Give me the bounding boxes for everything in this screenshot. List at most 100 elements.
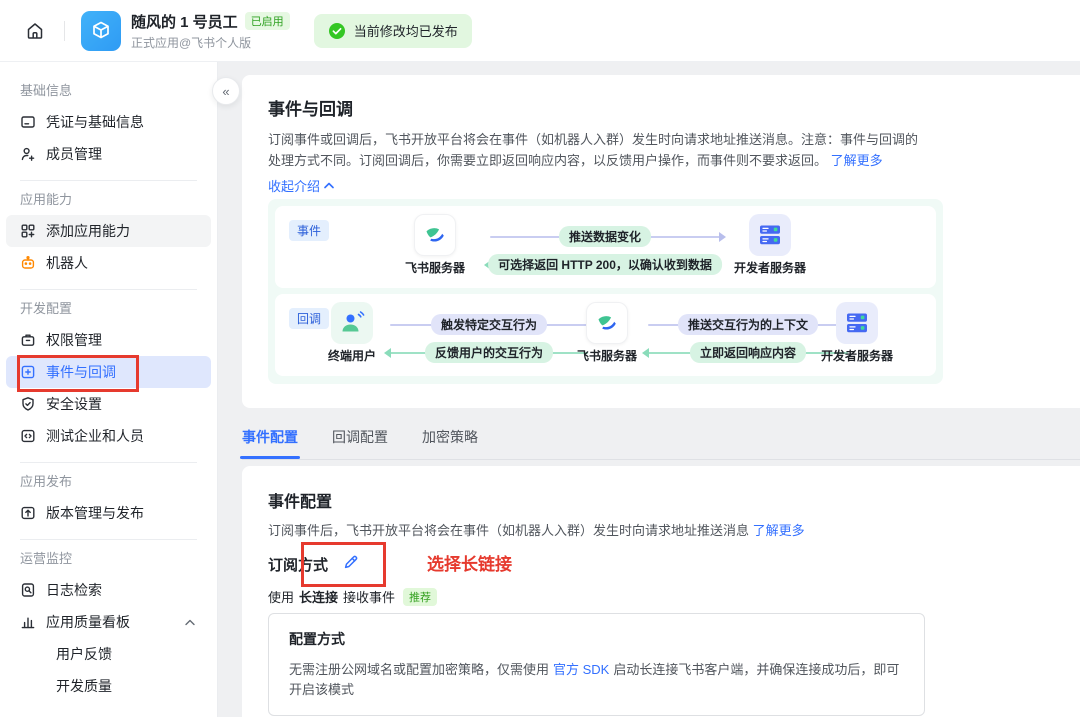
bar-chart-icon [20,614,36,630]
diagram-row-callback: 回调 终端用户 触发特定交互行为 [275,294,936,376]
tab-callback-config[interactable]: 回调配置 [332,414,388,459]
event-config-title: 事件配置 [268,488,332,512]
end-user-icon [331,302,373,344]
publish-status-text: 当前修改均已发布 [354,21,458,40]
recommend-badge: 推荐 [403,588,437,606]
caret-up-icon [324,182,334,189]
app-window: 随风的 1 号员工 已启用 正式应用@飞书个人版 当前修改均已发布 基础信息 [0,0,1080,717]
app-status-badge: 已启用 [245,12,290,30]
sidebar-item-test-company[interactable]: 测试企业和人员 [6,420,211,452]
collapse-intro-link[interactable]: 收起介绍 [268,176,334,195]
sidebar-item-label: 开发质量 [56,676,112,696]
top-header: 随风的 1 号员工 已启用 正式应用@飞书个人版 当前修改均已发布 [0,0,1080,62]
node-label: 终端用户 [328,347,376,364]
check-circle-icon [328,22,346,40]
sidebar-item-label: 权限管理 [46,330,102,350]
sidebar-item-robot[interactable]: 机器人 [6,247,211,279]
member-add-icon [20,146,36,162]
app-meta: 随风的 1 号员工 已启用 正式应用@飞书个人版 [131,11,290,51]
main-content: 事件与回调 订阅事件或回调后，飞书开放平台将会在事件（如机器人入群）发生时向请求… [218,62,1080,717]
sidebar-item-permissions[interactable]: 权限管理 [6,324,211,356]
official-sdk-link[interactable]: 官方 SDK [553,662,609,677]
arrow-label-http200: 可选择返回 HTTP 200，以确认收到数据 [488,254,722,275]
lark-logo-icon [586,302,628,344]
config-mode-box: 配置方式 无需注册公网域名或配置加密策略，仅需使用官方 SDK启动长连接飞书客户… [268,613,925,716]
sidebar-section-basic-info: 基础信息 [0,82,217,100]
sidebar-item-label: 版本管理与发布 [46,503,144,523]
usage-line: 使用 长连接 接收事件 推荐 [268,587,437,606]
app-cube-icon [81,11,121,51]
log-search-icon [20,582,36,598]
sidebar-divider [20,539,197,540]
sidebar-item-credentials[interactable]: 凭证与基础信息 [6,106,211,138]
sidebar-section-operations: 运营监控 [0,550,217,568]
sidebar-item-label: 成员管理 [46,144,102,164]
config-text-before: 无需注册公网域名或配置加密策略，仅需使用 [289,662,549,677]
chevron-up-icon[interactable] [185,619,195,626]
sidebar: 基础信息 凭证与基础信息 成员管理 应用能力 [0,62,218,717]
sidebar-item-label: 用户反馈 [56,644,112,664]
sidebar-item-version-release[interactable]: 版本管理与发布 [6,497,211,529]
server-icon [749,214,791,256]
robot-icon [20,255,36,271]
sidebar-collapse-button[interactable]: « [212,77,240,105]
arrow-label-return-response: 立即返回响应内容 [690,342,806,363]
event-callback-icon [20,364,36,380]
sidebar-item-log-search[interactable]: 日志检索 [6,574,211,606]
sidebar-section-capabilities: 应用能力 [0,191,217,209]
sidebar-item-quality-board[interactable]: 应用质量看板 [6,606,211,638]
node-label: 飞书服务器 [577,347,637,364]
header-divider [64,21,65,41]
sidebar-section-dev-config: 开发配置 [0,300,217,318]
learn-more-link[interactable]: 了解更多 [831,153,883,168]
tab-encryption-policy[interactable]: 加密策略 [422,414,478,459]
usage-suffix: 接收事件 [343,587,395,606]
sidebar-item-label: 应用质量看板 [46,612,130,632]
node-label: 开发者服务器 [821,347,893,364]
subscribe-mode-label: 订阅方式 [268,554,328,575]
sidebar-item-dev-quality[interactable]: 开发质量 [6,670,211,702]
sidebar-item-label: 事件与回调 [46,362,116,382]
app-name: 随风的 1 号员工 [131,11,238,32]
permission-briefcase-icon [20,332,36,348]
node-feishu-server-2: 飞书服务器 [562,302,652,364]
node-developer-server-2: 开发者服务器 [812,302,902,364]
page-title: 事件与回调 [268,95,353,120]
sidebar-divider [20,289,197,290]
version-upload-icon [20,505,36,521]
capability-grid-icon [20,223,36,239]
sidebar-section-release: 应用发布 [0,473,217,491]
arrow-label-push-data: 推送数据变化 [559,226,651,247]
learn-more-link[interactable]: 了解更多 [753,523,805,538]
node-label: 飞书服务器 [405,259,465,276]
credential-card-icon [20,114,36,130]
event-config-description-text: 订阅事件后，飞书开放平台将会在事件（如机器人入群）发生时向请求地址推送消息 [268,523,749,538]
event-callback-diagram: 事件 飞书服务器 推送数据变化 可选择返回 HTTP 200， [268,199,943,384]
sidebar-item-members[interactable]: 成员管理 [6,138,211,170]
arrow-label-trigger: 触发特定交互行为 [431,314,547,335]
sidebar-item-security[interactable]: 安全设置 [6,388,211,420]
event-badge: 事件 [289,220,329,241]
sidebar-item-user-feedback[interactable]: 用户反馈 [6,638,211,670]
sidebar-item-add-capability[interactable]: 添加应用能力 [6,215,211,247]
home-button[interactable] [22,18,48,44]
code-brackets-icon [20,428,36,444]
config-tabs: 事件配置 回调配置 加密策略 [242,414,1080,460]
intro-card: 事件与回调 订阅事件或回调后，飞书开放平台将会在事件（如机器人入群）发生时向请求… [242,75,1080,408]
arrow-label-feedback: 反馈用户的交互行为 [425,342,553,363]
annotation-select-long-link: 选择长链接 [427,550,512,575]
event-config-card: 事件配置 订阅事件后，飞书开放平台将会在事件（如机器人入群）发生时向请求地址推送… [242,466,1080,717]
collapse-intro-label: 收起介绍 [268,176,320,195]
sidebar-item-label: 安全设置 [46,394,102,414]
edit-pencil-icon[interactable] [342,553,360,571]
tab-event-config[interactable]: 事件配置 [242,414,298,459]
intro-description: 订阅事件或回调后，飞书开放平台将会在事件（如机器人入群）发生时向请求地址推送消息… [268,129,930,171]
sidebar-item-label: 添加应用能力 [46,221,130,241]
node-developer-server: 开发者服务器 [725,214,815,276]
diagram-row-event: 事件 飞书服务器 推送数据变化 可选择返回 HTTP 200， [275,206,936,288]
sidebar-item-events-callbacks[interactable]: 事件与回调 [6,356,211,388]
collapse-left-icon: « [222,84,229,99]
node-label: 开发者服务器 [734,259,806,276]
config-mode-text: 无需注册公网域名或配置加密策略，仅需使用官方 SDK启动长连接飞书客户端，并确保… [289,660,904,700]
shield-check-icon [20,396,36,412]
